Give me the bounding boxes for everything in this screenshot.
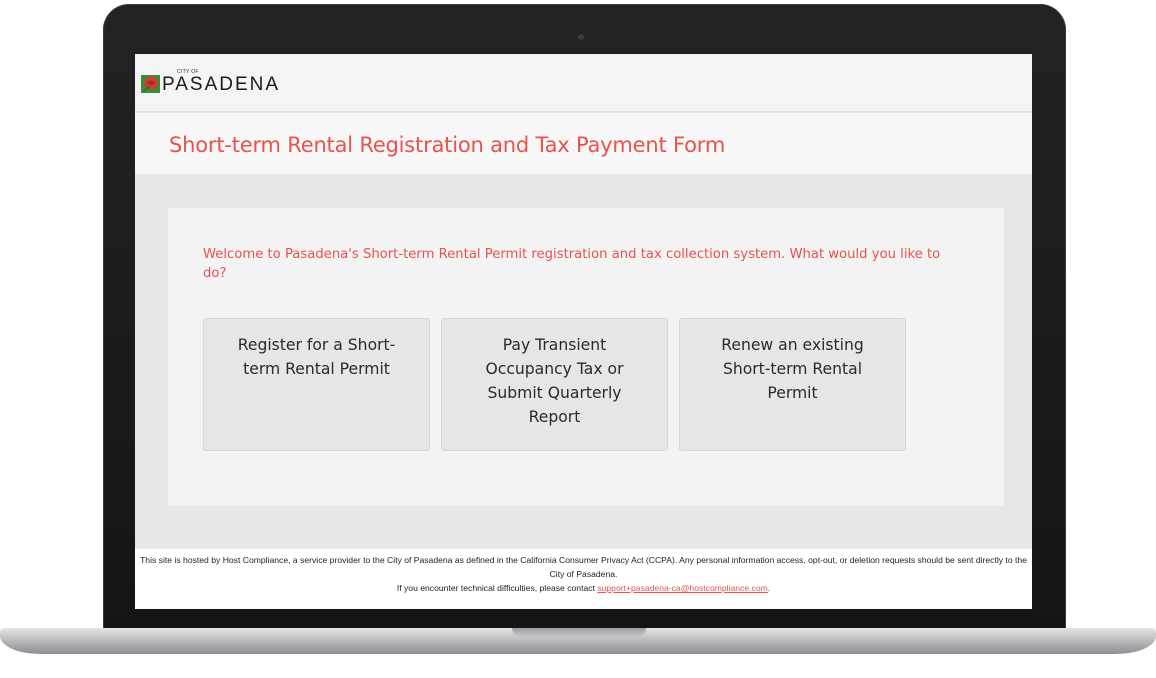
footer: This site is hosted by Host Compliance, … — [135, 549, 1032, 609]
logo-city-of: CITY OF — [177, 69, 199, 75]
pay-tax-button[interactable]: Pay Transient Occupancy Tax or Submit Qu… — [441, 318, 668, 451]
camera — [578, 34, 584, 40]
footer-privacy-text: This site is hosted by Host Compliance, … — [140, 555, 1027, 579]
register-permit-button[interactable]: Register for a Short-term Rental Permit — [203, 318, 430, 451]
page-title: Short-term Rental Registration and Tax P… — [169, 133, 726, 157]
logo-wordmark: PASADENA — [162, 74, 281, 95]
footer-support-line: If you encounter technical difficulties,… — [135, 581, 1032, 595]
site-header: CITY OF PASADENA — [135, 54, 1032, 112]
support-email-link[interactable]: support+pasadena-ca@hostcompliance.com — [597, 583, 767, 593]
welcome-text: Welcome to Pasadena's Short-term Rental … — [203, 247, 941, 281]
renew-permit-button[interactable]: Renew an existing Short-term Rental Perm… — [679, 318, 906, 451]
screen: CITY OF PASADENA Short-term Rental Regis… — [135, 54, 1032, 609]
pasadena-logo[interactable]: CITY OF PASADENA — [141, 69, 281, 95]
laptop-notch — [512, 628, 646, 637]
title-bar: Short-term Rental Registration and Tax P… — [135, 113, 1032, 174]
options-card: Welcome to Pasadena's Short-term Rental … — [168, 208, 1004, 506]
footer-support-suffix: . — [767, 583, 771, 593]
rose-logo-icon — [141, 75, 160, 93]
footer-support-prefix: If you encounter technical difficulties,… — [396, 583, 598, 593]
